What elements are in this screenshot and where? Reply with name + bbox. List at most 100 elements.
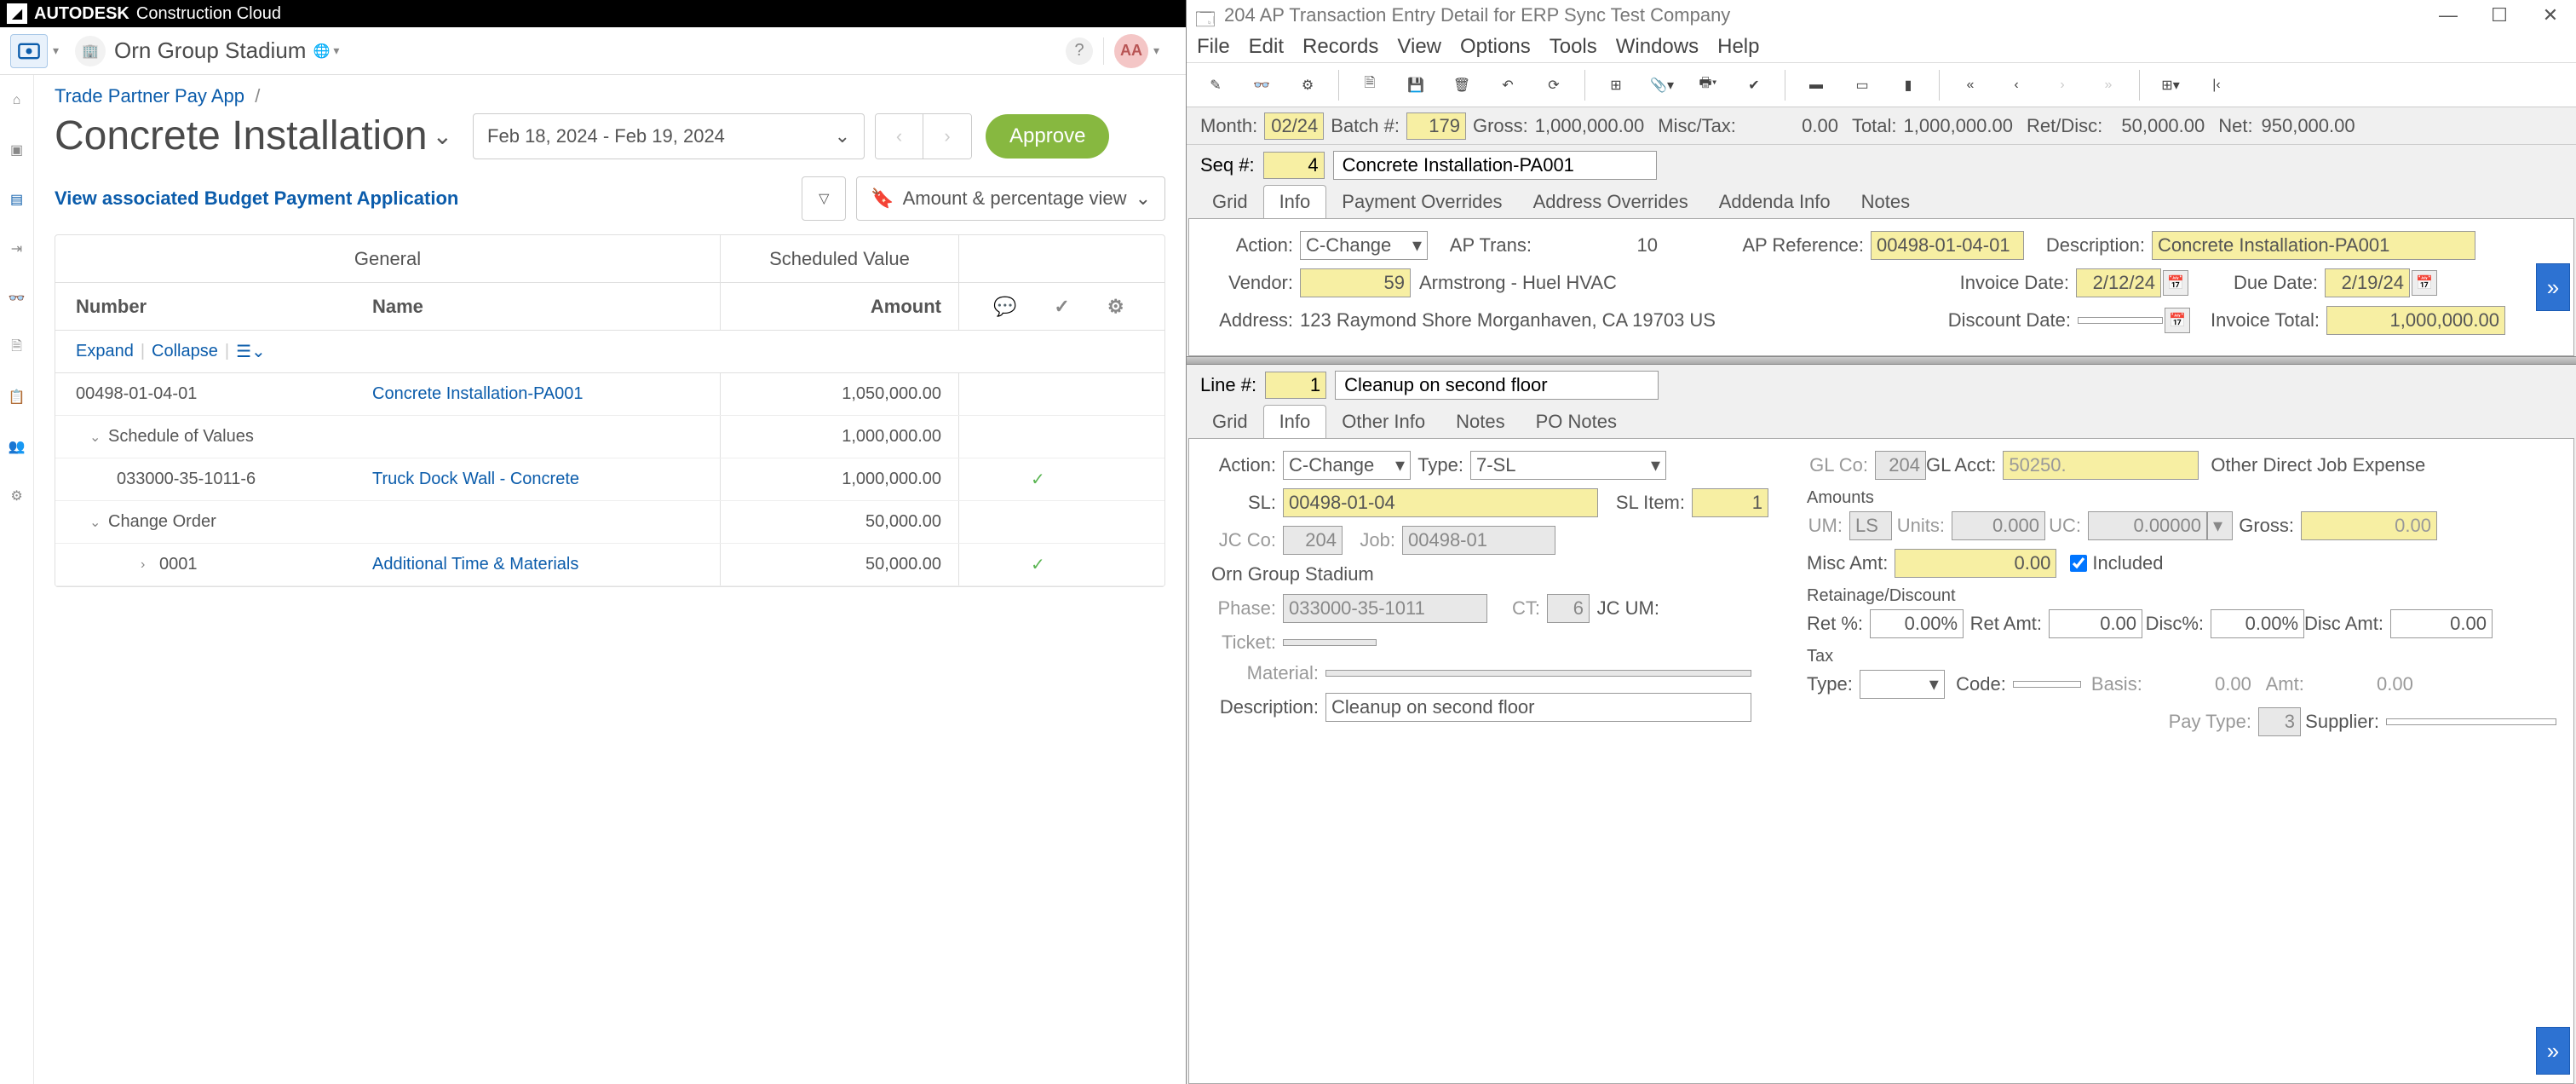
table-row[interactable]: ›0001Additional Time & Materials50,000.0…	[55, 544, 1164, 586]
tab-po-notes[interactable]: PO Notes	[1521, 406, 1632, 438]
discount-date-field[interactable]	[2078, 317, 2163, 324]
invoice-total-field[interactable]: 1,000,000.00	[2326, 306, 2505, 335]
expand-button[interactable]: Expand	[76, 342, 134, 361]
apref-field[interactable]: 00498-01-04-01	[1871, 231, 2024, 260]
tab-info[interactable]: Info	[1263, 185, 1327, 218]
grid-icon[interactable]: ⊞	[1601, 70, 1631, 101]
project-name[interactable]: Orn Group Stadium	[114, 37, 306, 64]
invoice-date-field[interactable]: 2/12/24	[2076, 268, 2161, 297]
row-name[interactable]: Additional Time & Materials	[372, 555, 578, 574]
clipboard-icon[interactable]: 📋	[3, 383, 31, 411]
tab-notes[interactable]: Notes	[1440, 406, 1520, 438]
sl-field[interactable]: 00498-01-04	[1283, 488, 1598, 517]
uc-dropdown[interactable]: ▾	[2207, 511, 2233, 540]
help-button[interactable]: ?	[1066, 37, 1093, 65]
attach-icon[interactable]: 📎▾	[1647, 70, 1677, 101]
document-icon[interactable]: 🗎	[3, 334, 31, 361]
chevron-down-icon[interactable]: ▾	[1153, 43, 1164, 58]
people-icon[interactable]: 👥	[3, 433, 31, 460]
table-row[interactable]: ⌄Change Order50,000.00	[55, 501, 1164, 544]
expand-button[interactable]: »	[2536, 1027, 2570, 1075]
menu-file[interactable]: File	[1197, 35, 1230, 59]
calendar-icon[interactable]: 📅	[2163, 270, 2188, 296]
splitter[interactable]	[1187, 356, 2576, 365]
nav-dashboard-icon[interactable]: ▣	[3, 136, 31, 164]
menu-view[interactable]: View	[1397, 35, 1441, 59]
prev-icon[interactable]: ‹	[2001, 70, 2032, 101]
first-icon[interactable]: «	[1955, 70, 1986, 101]
home-icon[interactable]: ⌂	[3, 87, 31, 114]
tab-addenda-info[interactable]: Addenda Info	[1704, 186, 1846, 218]
layout2-icon[interactable]: ▭	[1847, 70, 1877, 101]
associated-budget-link[interactable]: View associated Budget Payment Applicati…	[55, 187, 458, 210]
line-action-dropdown[interactable]: C-Change▾	[1283, 451, 1411, 480]
description-field[interactable]: Concrete Installation-PA001	[2152, 231, 2475, 260]
gear-icon[interactable]: ⚙	[3, 482, 31, 510]
table-row[interactable]: 033000-35-1011-6Truck Dock Wall - Concre…	[55, 458, 1164, 501]
spellcheck-icon[interactable]: ✔	[1739, 70, 1769, 101]
last-icon[interactable]: »	[2093, 70, 2124, 101]
refresh-icon[interactable]: ⟳	[1538, 70, 1569, 101]
expand-button[interactable]: »	[2536, 263, 2570, 311]
disc-pct-field[interactable]: 0.00%	[2211, 609, 2304, 638]
chevron-down-icon[interactable]: ⌄	[433, 122, 452, 150]
line-type-dropdown[interactable]: 7-SL▾	[1470, 451, 1666, 480]
tax-code-field[interactable]	[2013, 681, 2081, 688]
menu-options[interactable]: Options	[1460, 35, 1531, 59]
menu-edit[interactable]: Edit	[1249, 35, 1284, 59]
ret-pct-field[interactable]: 0.00%	[1870, 609, 1964, 638]
list-settings-icon[interactable]: ☰⌄	[236, 341, 266, 362]
tab-other-info[interactable]: Other Info	[1326, 406, 1440, 438]
gear-icon[interactable]: ⚙	[1292, 70, 1323, 101]
close-button[interactable]: ✕	[2533, 4, 2567, 26]
menu-help[interactable]: Help	[1717, 35, 1759, 59]
edit-icon[interactable]: ✎	[1200, 70, 1231, 101]
comment-icon[interactable]: 💬	[993, 296, 1016, 318]
tab-grid[interactable]: Grid	[1197, 406, 1263, 438]
print-icon[interactable]: 🖶▾	[1693, 70, 1723, 101]
goto-first-icon[interactable]: |‹	[2201, 70, 2232, 101]
nav-payapp-icon[interactable]: ▤	[3, 186, 31, 213]
binoculars-icon[interactable]: 👓	[3, 285, 31, 312]
gear-icon[interactable]: ⚙	[1107, 296, 1124, 318]
batch-field[interactable]: 179	[1406, 112, 1466, 140]
view-selector[interactable]: 🔖 Amount & percentage view ⌄	[856, 176, 1165, 221]
breadcrumb-link[interactable]: Trade Partner Pay App	[55, 85, 244, 107]
menu-records[interactable]: Records	[1302, 35, 1378, 59]
tab-notes[interactable]: Notes	[1846, 186, 1925, 218]
included-checkbox[interactable]	[2070, 555, 2087, 572]
tab-info[interactable]: Info	[1263, 405, 1327, 438]
tab-payment-overrides[interactable]: Payment Overrides	[1326, 186, 1517, 218]
line-field[interactable]: 1	[1265, 372, 1326, 399]
line-description-field[interactable]: Cleanup on second floor	[1325, 693, 1751, 722]
layout1-icon[interactable]: ▬	[1801, 70, 1831, 101]
chevron-down-icon[interactable]: ▾	[333, 43, 343, 58]
menu-tools[interactable]: Tools	[1550, 35, 1597, 59]
tab-address-overrides[interactable]: Address Overrides	[1518, 186, 1704, 218]
date-range-picker[interactable]: Feb 18, 2024 - Feb 19, 2024 ⌄	[473, 113, 865, 159]
collapse-button[interactable]: Collapse	[152, 342, 218, 361]
approve-button[interactable]: Approve	[986, 114, 1109, 159]
minimize-button[interactable]: —	[2431, 4, 2465, 26]
binoculars-icon[interactable]: 👓	[1246, 70, 1277, 101]
calendar-icon[interactable]: 📅	[2412, 270, 2437, 296]
chevron-down-icon[interactable]: ⌄	[89, 429, 101, 446]
nav-export-icon[interactable]: ⇥	[3, 235, 31, 262]
row-name[interactable]: Concrete Installation-PA001	[372, 384, 584, 403]
check-icon[interactable]: ✓	[1054, 296, 1069, 318]
calendar-icon[interactable]: 📅	[2165, 308, 2190, 333]
next-icon[interactable]: ›	[2047, 70, 2078, 101]
menu-windows[interactable]: Windows	[1616, 35, 1699, 59]
app-switcher-button[interactable]	[10, 34, 48, 68]
filter-button[interactable]: ▽	[802, 176, 846, 221]
table-icon[interactable]: ⊞▾	[2155, 70, 2186, 101]
undo-icon[interactable]: ↶	[1492, 70, 1523, 101]
next-button[interactable]: ›	[923, 114, 971, 159]
vendor-field[interactable]: 59	[1300, 268, 1411, 297]
chevron-down-icon[interactable]: ⌄	[89, 514, 101, 531]
sl-item-field[interactable]: 1	[1692, 488, 1768, 517]
ret-amt-field[interactable]: 0.00	[2049, 609, 2142, 638]
month-field[interactable]: 02/24	[1264, 112, 1324, 140]
chevron-down-icon[interactable]: ▾	[53, 43, 63, 58]
layout3-icon[interactable]: ▮	[1893, 70, 1923, 101]
